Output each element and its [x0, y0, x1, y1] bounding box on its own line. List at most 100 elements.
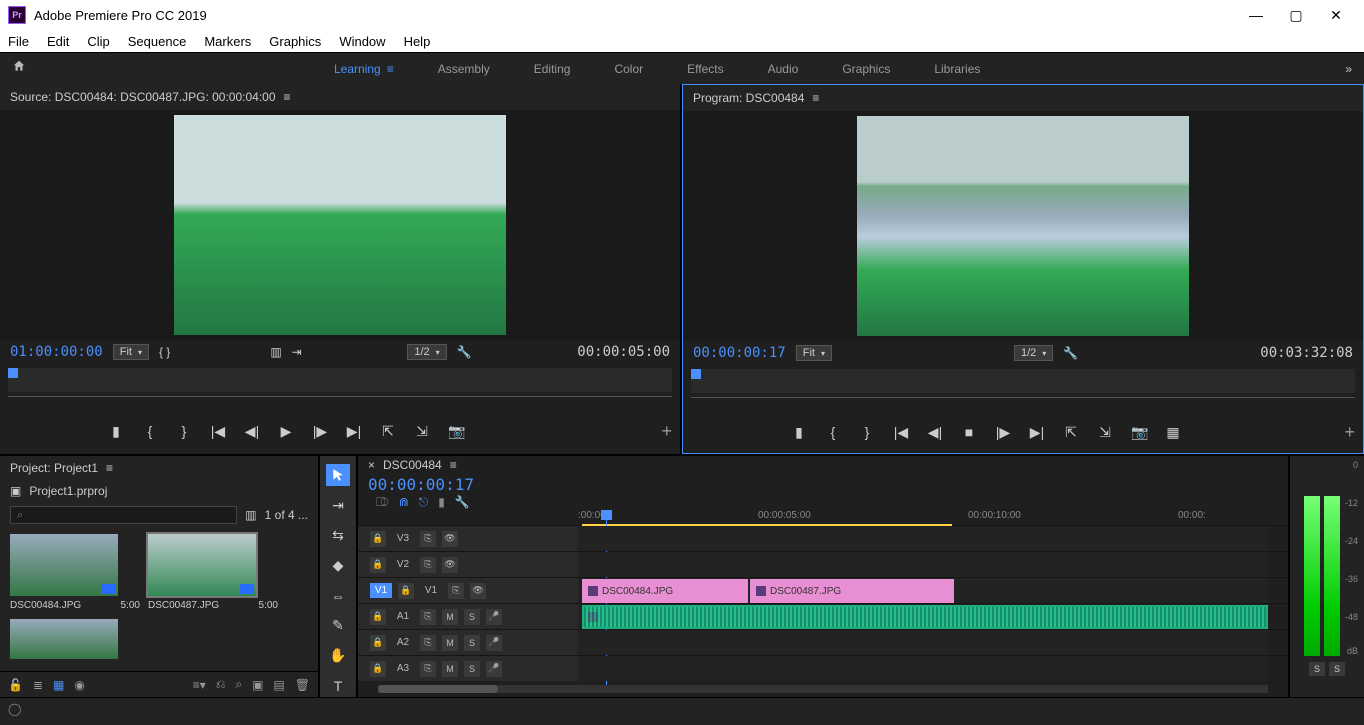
track-label[interactable]: A1	[392, 611, 414, 622]
clip[interactable]: DSC00487.JPG	[750, 579, 954, 603]
source-gotoin-icon[interactable]: |◀	[210, 423, 226, 440]
workspace-audio[interactable]: Audio	[746, 53, 821, 85]
mute-button[interactable]: M	[442, 635, 458, 651]
program-zoom-dropdown[interactable]: Fit▾	[796, 345, 832, 361]
project-freeform-icon[interactable]: ◉	[74, 678, 84, 692]
source-wrench-icon[interactable]: 🔧	[457, 345, 472, 359]
home-icon[interactable]	[12, 59, 32, 79]
program-res-dropdown[interactable]: 1/2▾	[1014, 345, 1053, 361]
source-playhead[interactable]	[8, 368, 18, 378]
source-marker-icon[interactable]: ▮	[108, 423, 124, 440]
project-item[interactable]: DSC00484.JPG 5:00	[10, 534, 140, 611]
program-scrubber[interactable]	[691, 369, 1355, 393]
source-viewer[interactable]	[0, 110, 680, 340]
source-scrubber[interactable]	[8, 368, 672, 392]
track-target[interactable]: V1	[370, 583, 392, 598]
sequence-tab-menu-icon[interactable]: ≡	[450, 458, 457, 472]
program-stepfwd-icon[interactable]: |▶	[995, 424, 1011, 441]
program-lift-icon[interactable]: ⇱	[1063, 424, 1079, 441]
workspace-learning[interactable]: Learning≡	[312, 53, 416, 85]
program-add-button-icon[interactable]: +	[1344, 422, 1355, 443]
project-newitem-icon[interactable]: ▤	[273, 678, 284, 692]
program-gotoout-icon[interactable]: ▶|	[1029, 424, 1045, 441]
project-write-lock-icon[interactable]: 🔓	[8, 678, 23, 692]
timeline-wrench-icon[interactable]: 🔧	[455, 495, 470, 509]
sync-icon[interactable]: ⎘	[448, 583, 464, 599]
source-markout-icon[interactable]: }	[176, 423, 192, 439]
source-markin-icon[interactable]: {	[142, 423, 158, 439]
project-listview-icon[interactable]: ≣	[33, 678, 43, 692]
program-playhead[interactable]	[691, 369, 701, 379]
track-label[interactable]: V3	[392, 533, 414, 544]
minimize-button[interactable]: —	[1236, 0, 1276, 30]
project-search-input[interactable]	[10, 506, 237, 524]
menu-help[interactable]: Help	[404, 34, 431, 49]
tool-razor[interactable]: ◆	[326, 554, 350, 576]
project-trash-icon[interactable]: 🗑	[295, 678, 310, 692]
mute-button[interactable]: M	[442, 661, 458, 677]
close-button[interactable]: ✕	[1316, 0, 1356, 30]
tool-selection[interactable]	[326, 464, 350, 486]
sequence-tab[interactable]: DSC00484	[383, 458, 442, 472]
tool-pen[interactable]: ✎	[326, 615, 350, 637]
mic-icon[interactable]: 🎤	[486, 609, 502, 625]
sync-icon[interactable]: ⎘	[420, 557, 436, 573]
lock-icon[interactable]: 🔒	[370, 557, 386, 573]
scrollbar-thumb[interactable]	[378, 685, 498, 693]
sync-icon[interactable]: ⎘	[420, 661, 436, 677]
project-item[interactable]: DSC00487.JPG 5:00	[148, 534, 278, 611]
sync-icon[interactable]: ⎘	[420, 635, 436, 651]
tool-type[interactable]: T	[326, 675, 350, 697]
program-compare-icon[interactable]: ▦	[1165, 424, 1181, 441]
project-find-icon[interactable]: ⌕	[235, 677, 242, 692]
source-gotoout-icon[interactable]: ▶|	[346, 423, 362, 440]
timeline-snap-icon[interactable]: ⎄	[376, 495, 389, 510]
audio-clip[interactable]	[582, 605, 1268, 629]
mic-icon[interactable]: 🎤	[486, 635, 502, 651]
tool-ripple[interactable]: ⇆	[326, 524, 350, 546]
project-newbin-icon[interactable]: ▣	[252, 678, 263, 692]
project-bin-icon[interactable]: ▣	[10, 484, 21, 498]
source-bracket-icon[interactable]: { }	[159, 345, 170, 359]
source-overwrite-icon[interactable]: ⇲	[414, 423, 430, 440]
workspace-color[interactable]: Color	[592, 53, 665, 85]
track-lane[interactable]	[578, 604, 1268, 629]
meter-solo-right[interactable]: S	[1329, 662, 1345, 676]
source-stepfwd-icon[interactable]: |▶	[312, 423, 328, 440]
program-stop-icon[interactable]: ■	[961, 424, 977, 440]
tool-track-select[interactable]: ⇥	[326, 494, 350, 516]
project-panel-menu-icon[interactable]: ≡	[106, 461, 113, 475]
source-zoom-dropdown[interactable]: Fit▾	[113, 344, 149, 360]
menu-clip[interactable]: Clip	[87, 34, 109, 49]
meter-solo-left[interactable]: S	[1309, 662, 1325, 676]
source-export-frame-icon[interactable]: 📷	[448, 423, 464, 440]
workspace-assembly[interactable]: Assembly	[416, 53, 512, 85]
program-viewer[interactable]	[683, 111, 1363, 341]
track-label[interactable]: V2	[392, 559, 414, 570]
timeline-settings-icon[interactable]: ▮	[438, 495, 445, 509]
solo-button[interactable]: S	[464, 661, 480, 677]
sync-icon[interactable]: ⎘	[420, 609, 436, 625]
timeline-timecode[interactable]: 00:00:00:17	[368, 475, 474, 494]
timeline-link-icon[interactable]: ⋒	[399, 495, 409, 509]
program-markout-icon[interactable]: }	[859, 424, 875, 440]
mute-button[interactable]: M	[442, 609, 458, 625]
program-extract-icon[interactable]: ⇲	[1097, 424, 1113, 441]
workspace-graphics[interactable]: Graphics	[820, 53, 912, 85]
program-ruler[interactable]	[691, 397, 1355, 415]
program-marker-icon[interactable]: ▮	[791, 424, 807, 441]
solo-button[interactable]: S	[464, 609, 480, 625]
track-lane[interactable]	[578, 656, 1268, 681]
program-panel-menu-icon[interactable]: ≡	[812, 91, 819, 105]
source-safemargin-icon[interactable]: ▥	[270, 345, 281, 359]
creative-cloud-icon[interactable]: ◯	[8, 702, 21, 716]
track-lane[interactable]: DSC00484.JPG DSC00487.JPG	[578, 578, 1268, 603]
lock-icon[interactable]: 🔒	[370, 531, 386, 547]
timeline-zoom-scrollbar[interactable]	[378, 685, 1268, 693]
track-label[interactable]: A2	[392, 637, 414, 648]
eye-icon[interactable]: 👁	[470, 583, 486, 599]
track-label[interactable]: A3	[392, 663, 414, 674]
project-item[interactable]	[10, 619, 140, 663]
lock-icon[interactable]: 🔒	[370, 635, 386, 651]
sync-icon[interactable]: ⎘	[420, 531, 436, 547]
